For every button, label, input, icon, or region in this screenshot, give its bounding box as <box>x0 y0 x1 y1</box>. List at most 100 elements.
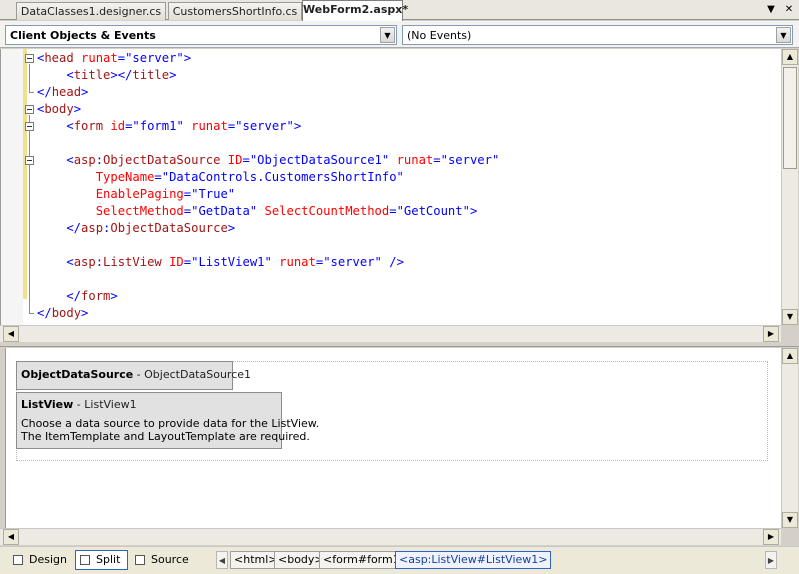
code-line[interactable]: <asp:ListView ID="ListView1" runat="serv… <box>37 254 404 271</box>
code-line[interactable]: </form> <box>37 288 118 305</box>
code-line[interactable]: </head> <box>37 84 88 101</box>
code-token: > <box>169 68 177 82</box>
tab-webform2[interactable]: WebForm2.aspx* <box>302 0 408 21</box>
collapse-icon[interactable] <box>25 54 34 63</box>
code-line[interactable]: <asp:ObjectDataSource ID="ObjectDataSour… <box>37 152 499 169</box>
code-token: body <box>44 102 74 116</box>
code-token: ="form1" <box>125 119 192 133</box>
code-token: ="ObjectDataSource1" <box>242 153 397 167</box>
code-token: title <box>73 68 111 82</box>
code-token: EnablePaging <box>95 187 184 201</box>
code-token: </ <box>37 289 82 303</box>
fold-line <box>29 115 30 313</box>
split-view-splitter[interactable] <box>0 342 799 347</box>
scroll-left-icon[interactable]: ◀ <box>3 326 19 342</box>
code-token: > <box>227 221 236 235</box>
events-dropdown[interactable]: (No Events) ▼ <box>402 25 793 45</box>
scroll-up-icon[interactable]: ▲ <box>782 49 798 65</box>
tab-dataclasses1-designer[interactable]: DataClasses1.designer.cs <box>16 2 166 20</box>
breadcrumb-listview[interactable]: <asp:ListView#ListView1> <box>395 551 552 569</box>
design-view-button[interactable]: Design <box>8 550 68 570</box>
code-token: < <box>37 153 74 167</box>
chevron-down-icon[interactable]: ▼ <box>776 27 791 43</box>
scroll-down-icon[interactable]: ▼ <box>782 309 798 325</box>
scroll-thumb[interactable] <box>783 67 797 169</box>
editor-vertical-scrollbar[interactable]: ▲ ▼ <box>781 49 798 325</box>
code-token: form <box>81 289 111 303</box>
fold-end <box>29 313 34 314</box>
code-token: runat <box>396 153 434 167</box>
code-token: ="ListView1" <box>183 255 280 269</box>
tab-customersshortinfo[interactable]: CustomersShortInfo.cs <box>168 2 302 20</box>
listview-control[interactable]: ListView - ListView1 Choose a data sourc… <box>16 392 320 449</box>
source-view-button[interactable]: Source <box>130 550 190 570</box>
code-token: ="server"> <box>227 119 302 133</box>
design-vertical-scrollbar[interactable]: ▲ ▼ <box>781 348 798 528</box>
code-token: </ <box>37 221 82 235</box>
scroll-down-icon[interactable]: ▼ <box>782 512 798 528</box>
split-view-button[interactable]: Split <box>75 550 128 570</box>
split-view-icon <box>80 555 90 565</box>
code-line[interactable]: </body> <box>37 305 88 322</box>
code-token: ="GetData" <box>183 204 265 218</box>
view-button-label: Design <box>29 553 67 566</box>
tab-label: CustomersShortInfo.cs <box>172 5 298 18</box>
close-icon[interactable]: ✕ <box>782 3 796 17</box>
code-token: id <box>110 119 126 133</box>
view-status-bar: Design Split Source ◀ <html> <body> <for… <box>0 546 799 574</box>
fold-line <box>29 64 30 92</box>
change-marker <box>23 49 27 299</box>
code-token: form <box>73 119 104 133</box>
breadcrumb-back-icon[interactable]: ◀ <box>216 551 228 569</box>
code-token: asp <box>73 255 96 269</box>
design-horizontal-scrollbar[interactable]: ◀ ▶ <box>0 528 781 545</box>
design-surface[interactable]: ObjectDataSource - ObjectDataSource1 Lis… <box>5 348 781 528</box>
scroll-left-icon[interactable]: ◀ <box>3 529 19 545</box>
objects-dropdown-value: Client Objects & Events <box>10 29 156 42</box>
collapse-icon[interactable] <box>25 122 34 131</box>
code-token: ObjectDataSource <box>110 221 228 235</box>
view-button-label: Split <box>96 553 121 566</box>
listview-message: Choose a data source to provide data for… <box>21 417 320 430</box>
navigation-bar: Client Objects & Events ▼ (No Events) ▼ <box>0 21 799 48</box>
events-dropdown-value: (No Events) <box>407 29 472 42</box>
code-token: asp <box>81 221 104 235</box>
code-token: ID <box>169 255 184 269</box>
code-line[interactable]: <form id="form1" runat="server"> <box>37 118 301 135</box>
source-editor[interactable]: <head runat="server"> <title></title> </h… <box>0 49 781 325</box>
code-token: runat <box>279 255 316 269</box>
scroll-right-icon[interactable]: ▶ <box>763 529 779 545</box>
code-line[interactable]: <head runat="server"> <box>37 50 191 67</box>
objectdatasource-control[interactable]: ObjectDataSource - ObjectDataSource1 <box>16 361 251 390</box>
code-line[interactable]: SelectMethod="GetData" SelectCountMethod… <box>37 203 478 220</box>
chevron-down-icon[interactable]: ▼ <box>380 27 395 43</box>
listview-message: The ItemTemplate and LayoutTemplate are … <box>21 430 310 443</box>
tab-label: WebForm2.aspx* <box>303 3 409 16</box>
code-token: SelectMethod <box>95 204 184 218</box>
scroll-right-icon[interactable]: ▶ <box>763 326 779 342</box>
code-token: < <box>37 68 74 82</box>
code-token: > <box>110 289 118 303</box>
code-token: ="True" <box>183 187 236 201</box>
code-token: title <box>132 68 170 82</box>
scroll-up-icon[interactable]: ▲ <box>782 348 798 364</box>
view-button-label: Source <box>151 553 189 566</box>
breadcrumb-forward-icon[interactable]: ▶ <box>765 551 777 569</box>
code-line[interactable]: EnablePaging="True" <box>37 186 235 203</box>
code-token: SelectCountMethod <box>264 204 390 218</box>
code-line[interactable]: </asp:ObjectDataSource> <box>37 220 235 237</box>
code-line[interactable]: <title></title> <box>37 67 176 84</box>
objects-dropdown[interactable]: Client Objects & Events ▼ <box>5 25 397 45</box>
code-token: ObjectDataSource <box>103 153 221 167</box>
collapse-icon[interactable] <box>25 156 34 165</box>
code-line[interactable]: TypeName="DataControls.CustomersShortInf… <box>37 169 404 186</box>
collapse-icon[interactable] <box>25 105 34 114</box>
editor-horizontal-scrollbar[interactable]: ◀ ▶ <box>0 325 781 342</box>
tab-dropdown-icon[interactable]: ▼ <box>764 3 778 17</box>
control-id-label: - ObjectDataSource1 <box>133 368 252 381</box>
code-token: > <box>73 102 82 116</box>
code-line[interactable]: <body> <box>37 101 81 118</box>
